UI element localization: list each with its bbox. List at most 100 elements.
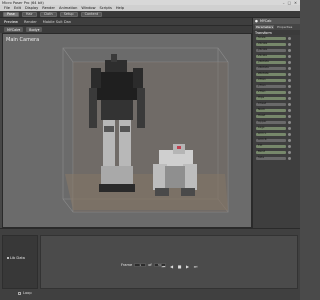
param-dial[interactable]: Upper — [256, 119, 286, 124]
menu-scripts[interactable]: Scripts — [100, 6, 112, 10]
param-name: xRotate — [258, 65, 269, 69]
panel-figure-name: MYCab — [259, 19, 272, 23]
minimize-icon[interactable]: – — [283, 1, 285, 5]
keyframe-dot-icon[interactable] — [288, 120, 291, 124]
window-controls: – □ ✕ — [283, 1, 300, 5]
menu-animation[interactable]: Animation — [59, 6, 77, 10]
keyframe-dot-icon[interactable] — [288, 78, 291, 82]
keyframe-dot-icon[interactable] — [288, 66, 291, 70]
menu-file[interactable]: File — [4, 6, 10, 10]
document-viewport[interactable]: Main Camera — [2, 33, 252, 228]
play-icon[interactable]: ▶ — [185, 264, 190, 269]
keyframe-dot-icon[interactable] — [288, 48, 291, 52]
param-dial[interactable]: yRotate — [256, 59, 286, 64]
room-tab-setup[interactable]: Setup — [59, 11, 78, 17]
maximize-icon[interactable]: □ — [288, 1, 291, 5]
close-icon[interactable]: ✕ — [294, 1, 297, 5]
tab-render[interactable]: Render — [24, 20, 37, 24]
param-dial[interactable]: Head — [256, 114, 286, 118]
param-dial[interactable]: Scale — [256, 35, 286, 40]
keyframe-dot-icon[interactable] — [288, 126, 291, 130]
keyframe-dot-icon[interactable] — [288, 84, 291, 88]
param-dial[interactable]: zTran — [256, 89, 286, 94]
keyframe-dot-icon[interactable] — [288, 144, 291, 148]
figure-select[interactable]: MYCab ▾ — [4, 27, 24, 32]
param-dial[interactable]: Hips — [256, 95, 286, 100]
step-back-icon[interactable]: ◀ — [169, 264, 174, 269]
menu-display[interactable]: Display — [25, 6, 38, 10]
tab-preview[interactable]: Preview — [4, 20, 18, 24]
param-dial[interactable]: Legs — [256, 126, 286, 130]
param-name: Upper — [258, 119, 267, 123]
library-panel[interactable]: Lib Data — [2, 235, 38, 289]
animation-controls: Frame 1 of 30 ⏮ ◀ ■ ▶ ⏭ — [40, 235, 298, 289]
param-name: xTran — [258, 77, 266, 81]
param-dial[interactable]: yTran — [256, 84, 286, 88]
param-dial[interactable]: yScale — [256, 48, 286, 52]
loop-checkbox[interactable] — [18, 291, 21, 295]
param-name: yRotate — [258, 59, 269, 63]
param-dial[interactable]: zRotate — [256, 72, 286, 76]
library-label-row: Lib Data — [7, 256, 25, 260]
keyframe-dot-icon[interactable] — [288, 36, 291, 40]
keyframe-dot-icon[interactable] — [288, 102, 291, 106]
param-dial[interactable]: xRotate — [256, 65, 286, 70]
menu-help[interactable]: Help — [116, 6, 124, 10]
room-tab-cloth[interactable]: Cloth — [39, 11, 57, 17]
param-dial[interactable]: Tilt — [256, 144, 286, 148]
keyframe-dot-icon[interactable] — [288, 60, 291, 64]
figure-icon: ● — [255, 19, 258, 23]
loop-toggle[interactable]: Loop — [18, 291, 32, 295]
actor-select[interactable]: Body ▾ — [26, 27, 43, 32]
skip-forward-icon[interactable]: ⏭ — [193, 264, 198, 269]
param-dial[interactable]: Bend — [256, 150, 286, 154]
frame-current-field[interactable]: 1 — [134, 263, 147, 267]
keyframe-dot-icon[interactable] — [288, 96, 291, 100]
chevron-down-icon: ▾ — [37, 27, 40, 32]
keyframe-dot-icon[interactable] — [288, 90, 291, 94]
param-name: Hips — [258, 95, 265, 99]
param-name: Scale — [258, 35, 266, 39]
param-dial[interactable]: Arm L — [256, 131, 286, 136]
param-dial[interactable]: Chest — [256, 101, 286, 106]
tab-parameters[interactable]: Parameters — [255, 25, 275, 29]
param-dial[interactable]: xTran — [256, 77, 286, 82]
param-dial[interactable]: xScale — [256, 41, 286, 46]
keyframe-dot-icon[interactable] — [288, 150, 291, 154]
param-dial[interactable]: Neck — [256, 108, 286, 112]
param-name: Arm L — [258, 131, 267, 135]
param-name: xScale — [258, 41, 268, 45]
keyframe-dot-icon[interactable] — [288, 114, 291, 118]
room-tab-hair[interactable]: Hair — [21, 11, 37, 17]
param-name: Arm R — [258, 137, 267, 141]
room-tabs: Pose Hair Cloth Setup Content — [0, 11, 300, 18]
tab-scene-name[interactable]: Mobile Suit Dan — [43, 20, 71, 24]
param-row: Side — [253, 155, 300, 161]
parameters-panel: ● MYCab Parameters Properties Transform … — [252, 18, 300, 228]
camera-label: Main Camera — [6, 37, 40, 43]
param-dial[interactable]: Side — [256, 156, 286, 160]
keyframe-dot-icon[interactable] — [288, 156, 291, 160]
keyframe-dot-icon[interactable] — [288, 42, 291, 46]
keyframe-dot-icon[interactable] — [288, 132, 291, 136]
skip-back-icon[interactable]: ⏮ — [161, 264, 166, 269]
menu-edit[interactable]: Edit — [14, 6, 21, 10]
window-title: Micro Poser Pro (64 bit) — [2, 0, 44, 5]
menu-window[interactable]: Window — [81, 6, 95, 10]
room-tab-content[interactable]: Content — [80, 11, 103, 17]
chevron-down-icon: ▾ — [18, 27, 21, 32]
room-tab-pose[interactable]: Pose — [3, 11, 19, 17]
param-dial[interactable]: Arm R — [256, 137, 286, 142]
keyframe-dot-icon[interactable] — [288, 138, 291, 142]
stop-icon[interactable]: ■ — [177, 264, 182, 269]
tab-properties[interactable]: Properties — [276, 25, 293, 29]
keyframe-dot-icon[interactable] — [288, 54, 291, 58]
menu-render[interactable]: Render — [42, 6, 55, 10]
keyframe-dot-icon[interactable] — [288, 72, 291, 76]
keyframe-dot-icon[interactable] — [288, 108, 291, 112]
param-dial[interactable]: zScale — [256, 54, 286, 58]
library-label: Lib Data — [10, 256, 26, 260]
frame-readout: Frame 1 of 30 — [121, 263, 166, 267]
param-name: zTran — [258, 89, 266, 93]
param-name: Chest — [258, 101, 267, 105]
